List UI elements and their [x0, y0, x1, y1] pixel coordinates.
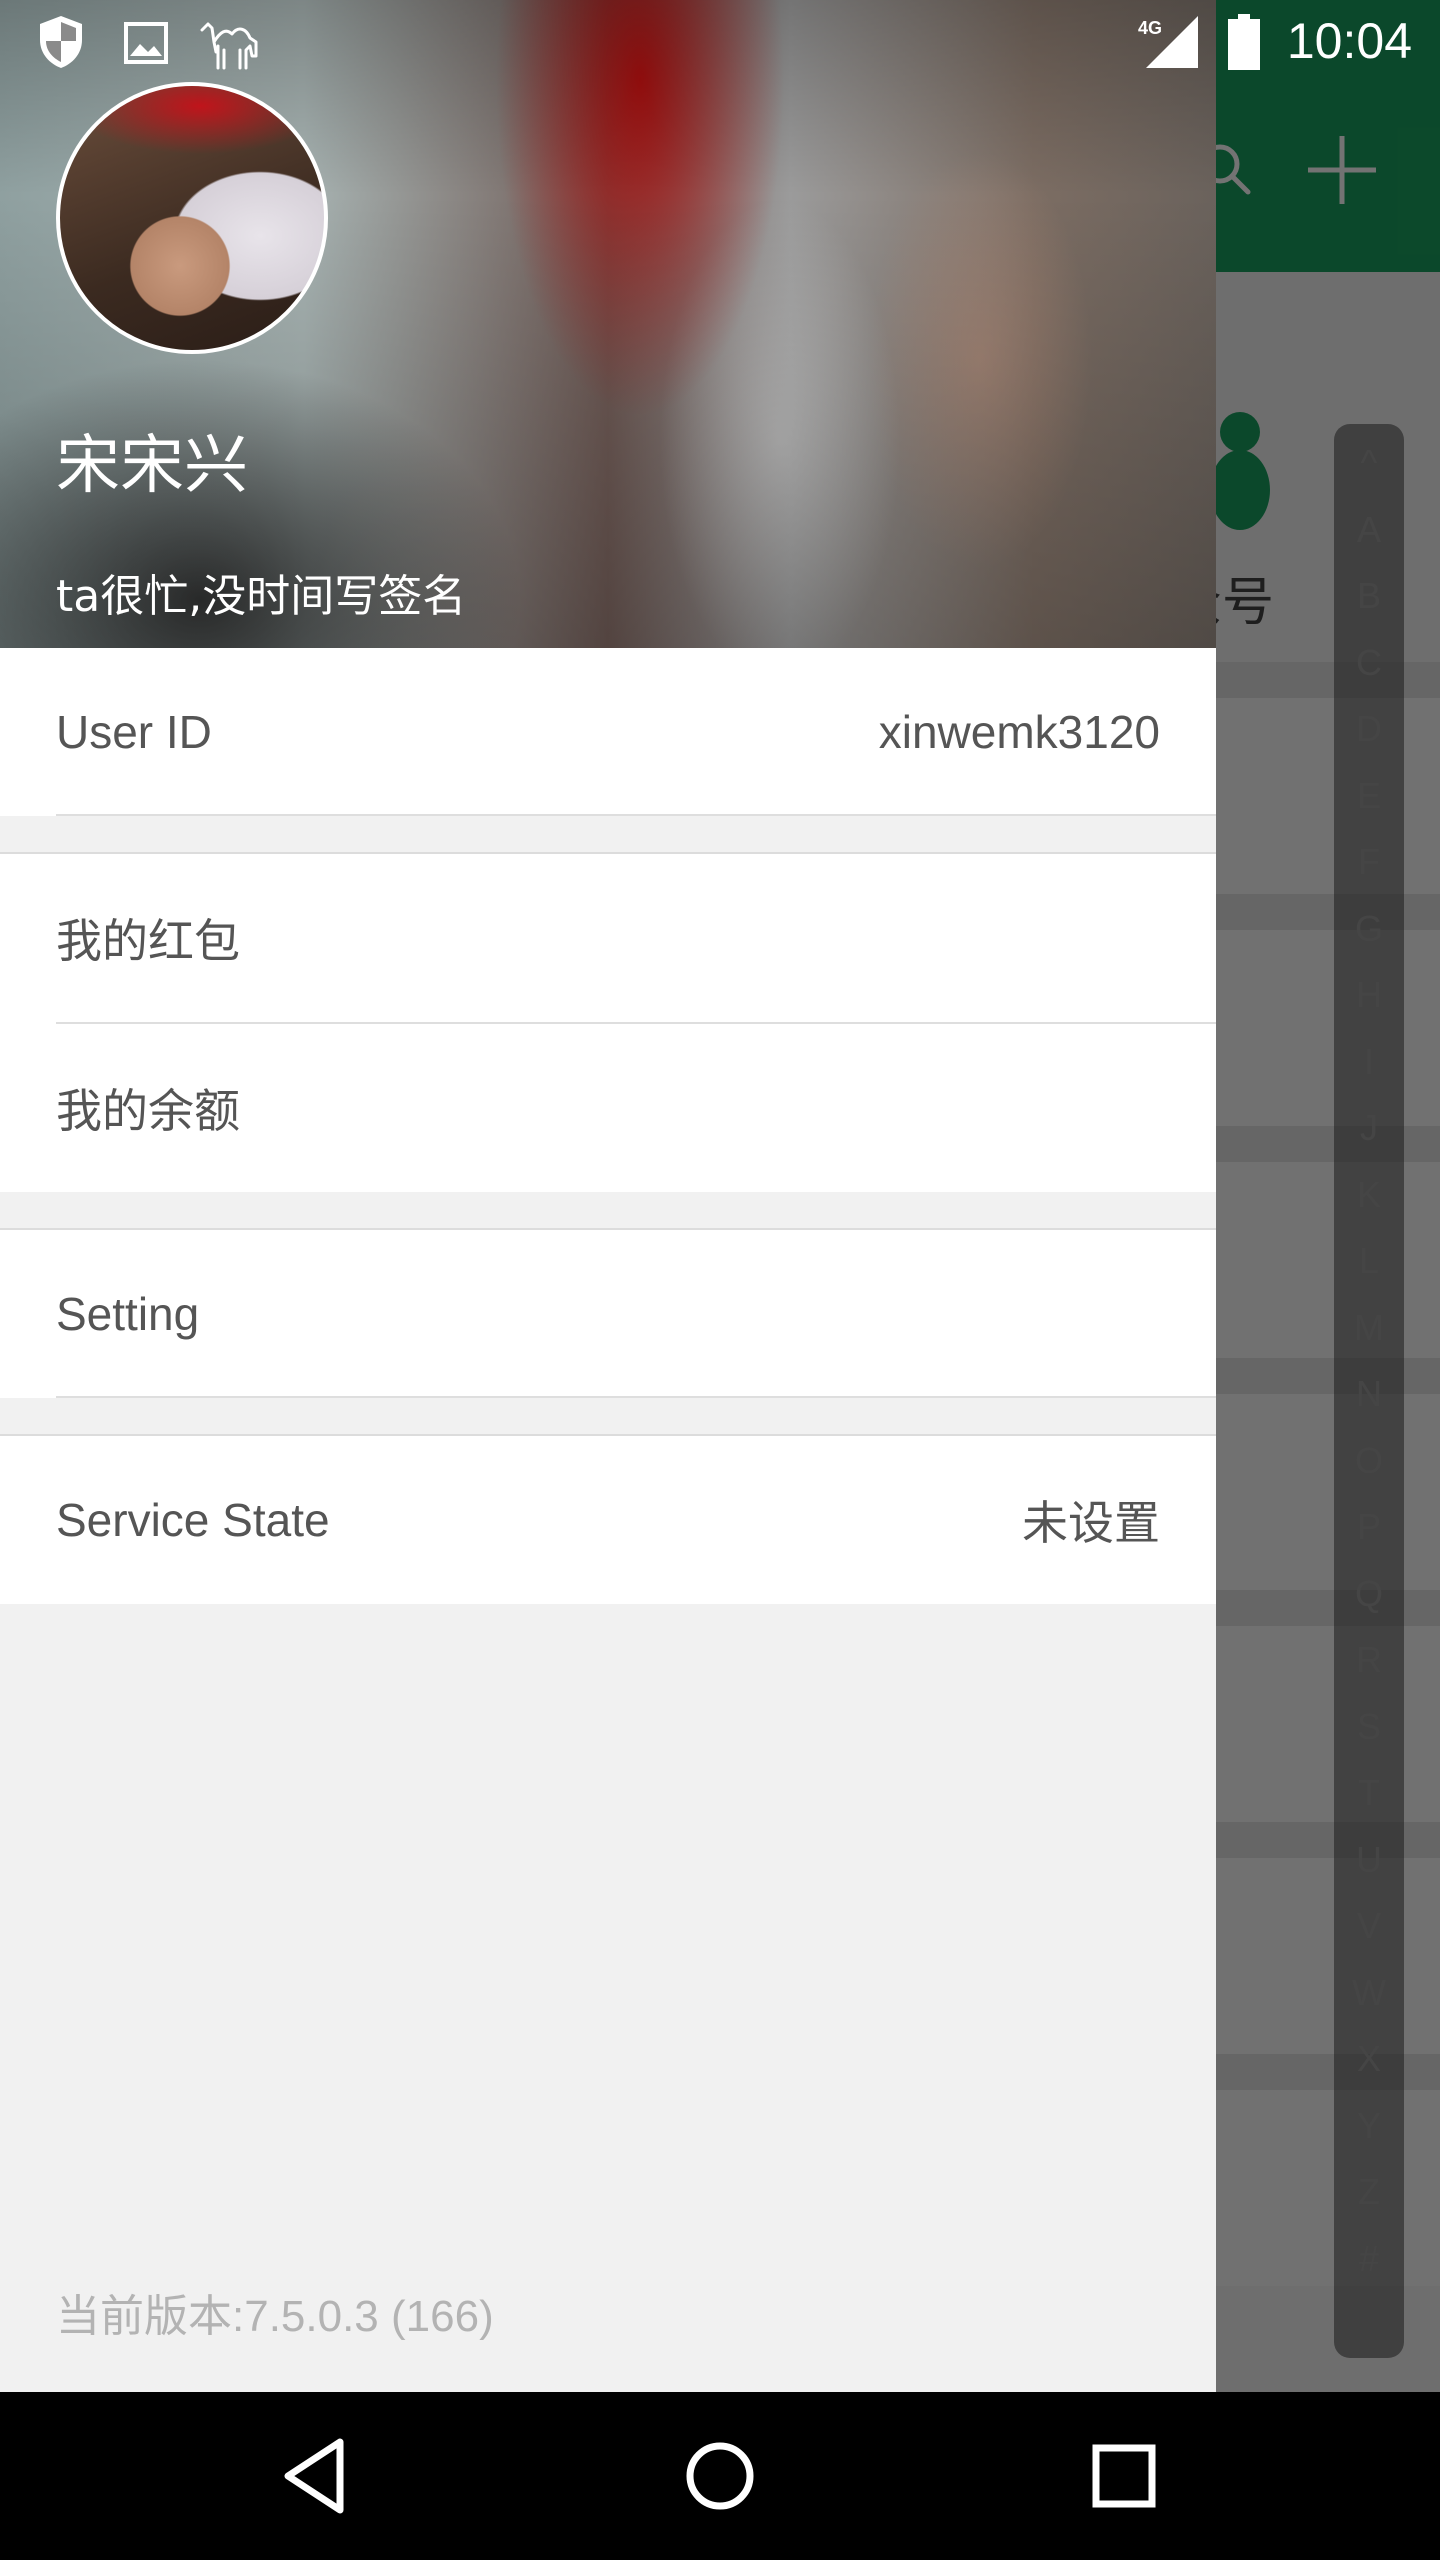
recents-icon[interactable]: [1078, 2430, 1170, 2522]
signal-icon: 4G: [1138, 16, 1198, 68]
svg-text:4G: 4G: [1138, 18, 1162, 38]
user-id-group: User ID xinwemk3120: [0, 648, 1216, 816]
camel-icon: [200, 22, 258, 70]
navigation-bar: [0, 2392, 1440, 2560]
service-state-label: Service State: [56, 1494, 330, 1546]
service-state-row[interactable]: Service State 未设置: [0, 1436, 1216, 1604]
red-packet-label: 我的红包: [56, 915, 240, 967]
wallet-group: 我的红包 我的余额: [0, 854, 1216, 1192]
user-id-label: User ID: [56, 706, 212, 758]
battery-icon: [1228, 14, 1260, 70]
version-text: 当前版本:7.5.0.3 (166): [56, 2292, 494, 2341]
red-packet-row[interactable]: 我的红包: [0, 854, 1216, 1022]
user-name: 宋宋兴: [56, 429, 248, 503]
user-id-value: xinwemk3120: [878, 706, 1160, 758]
profile-header[interactable]: 宋宋兴 ta很忙,没时间写签名: [0, 0, 1216, 648]
balance-row[interactable]: 我的余额: [0, 1024, 1216, 1192]
home-icon[interactable]: [674, 2430, 766, 2522]
status-bar: 4G 10:04: [0, 0, 1440, 84]
back-icon[interactable]: [270, 2430, 362, 2522]
setting-label: Setting: [56, 1288, 200, 1340]
balance-label: 我的余额: [56, 1085, 240, 1137]
setting-row[interactable]: Setting: [0, 1230, 1216, 1398]
status-time: 10:04: [1286, 13, 1412, 69]
navigation-drawer: 宋宋兴 ta很忙,没时间写签名 User ID xinwemk3120 我的红包…: [0, 0, 1216, 2392]
image-icon: [124, 22, 168, 64]
avatar[interactable]: [56, 82, 328, 354]
setting-group: Setting: [0, 1230, 1216, 1398]
user-signature: ta很忙,没时间写签名: [56, 571, 467, 622]
service-state-value: 未设置: [1022, 1497, 1160, 1549]
screen: ers 众号 ^ABCDEFGHIJKLMNOPQRSTUVWXYZ# 宋宋兴 …: [0, 0, 1440, 2560]
user-id-row[interactable]: User ID xinwemk3120: [0, 648, 1216, 816]
shield-icon: [40, 16, 82, 68]
service-state-group: Service State 未设置: [0, 1436, 1216, 1604]
